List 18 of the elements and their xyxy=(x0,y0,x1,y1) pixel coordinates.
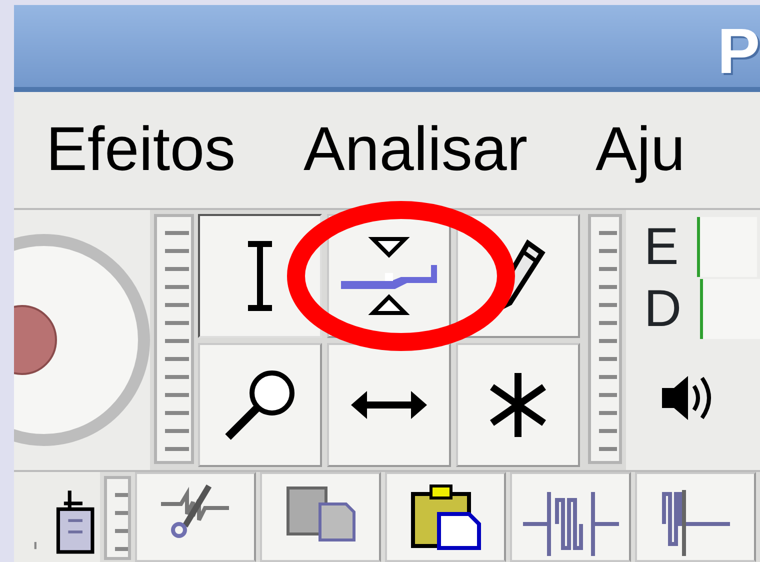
channel-label: E xyxy=(644,221,679,273)
menu-item[interactable]: Aju xyxy=(596,118,686,181)
menu-item[interactable]: Efeitos xyxy=(46,118,236,181)
level-meter xyxy=(696,217,757,277)
asterisk-icon xyxy=(488,373,548,437)
envelope-icon xyxy=(339,235,439,317)
new-track-icon[interactable] xyxy=(14,472,100,562)
scissors-icon xyxy=(160,484,230,540)
copy-icon xyxy=(284,484,358,542)
clipboard-icon xyxy=(408,484,482,550)
toolbar-grip[interactable] xyxy=(588,214,622,464)
toolbar-grip[interactable] xyxy=(104,476,131,560)
menu-item[interactable]: Analisar xyxy=(304,118,528,181)
toolbar-grip[interactable] xyxy=(154,214,194,464)
channel-label: D xyxy=(644,283,682,335)
edit-tool-button[interactable] xyxy=(135,472,256,562)
edit-tool-button[interactable] xyxy=(385,472,506,562)
window-title: P xyxy=(717,14,760,87)
